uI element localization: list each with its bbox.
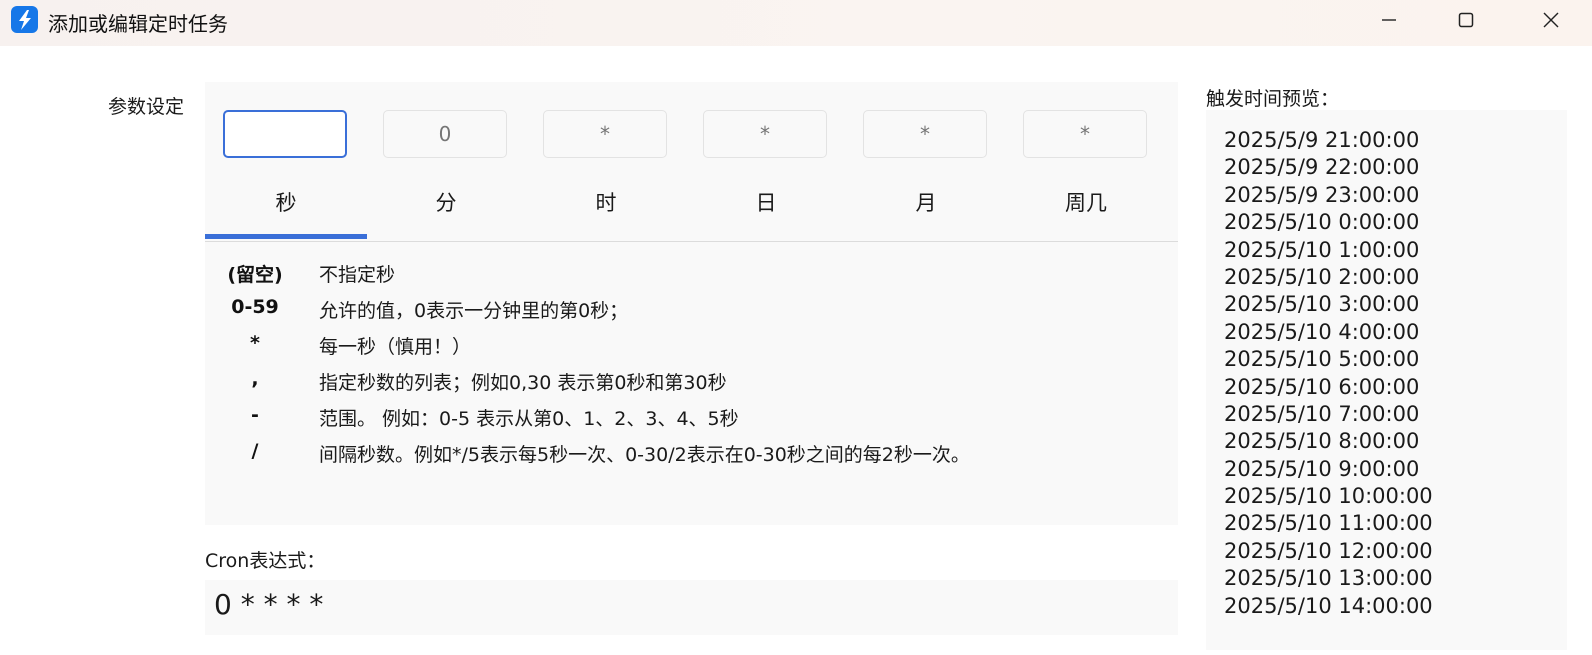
list-item: 2025/5/10 7:00:00: [1224, 401, 1420, 426]
title-bar: 添加或编辑定时任务: [0, 0, 1592, 46]
help-row: / 间隔秒数。例如*/5表示每5秒一次、0-30/2表示在0-30秒之间的每2秒…: [205, 440, 1178, 470]
list-item: 2025/5/10 13:00:00: [1224, 566, 1433, 591]
list-item: 2025/5/10 0:00:00: [1224, 210, 1420, 235]
minute-input[interactable]: [383, 110, 507, 158]
help-desc: 允许的值，0表示一分钟里的第0秒；: [319, 300, 629, 322]
param-section-label: 参数设定: [108, 96, 185, 118]
tab-second[interactable]: 秒: [205, 187, 367, 217]
list-item: 2025/5/9 21:00:00: [1224, 128, 1420, 152]
help-row: - 范围。 例如：0-5 表示从第0、1、2、3、4、5秒: [205, 404, 1178, 434]
month-input[interactable]: [863, 110, 987, 158]
list-item: 2025/5/10 6:00:00: [1224, 374, 1420, 399]
cron-label: Cron表达式：: [205, 550, 326, 572]
hour-input[interactable]: [543, 110, 667, 158]
help-symbol: *: [250, 332, 260, 354]
help-row: 0-59 允许的值，0表示一分钟里的第0秒；: [205, 296, 1178, 326]
list-item: 2025/5/10 2:00:00: [1224, 264, 1420, 289]
list-item: 2025/5/10 10:00:00: [1224, 484, 1433, 509]
maximize-button[interactable]: [1438, 0, 1494, 40]
help-desc: 不指定秒: [319, 264, 396, 286]
active-tab-indicator: [205, 234, 367, 239]
trigger-preview-list[interactable]: 2025/5/9 21:00:00 2025/5/9 22:00:00 2025…: [1206, 110, 1567, 650]
close-button[interactable]: [1523, 0, 1579, 40]
help-symbol: -: [251, 404, 259, 426]
help-desc: 指定秒数的列表；例如0,30 表示第0秒和第30秒: [319, 372, 727, 394]
help-row: , 指定秒数的列表；例如0,30 表示第0秒和第30秒: [205, 368, 1178, 398]
list-item: 2025/5/10 1:00:00: [1224, 237, 1420, 262]
list-item: 2025/5/10 8:00:00: [1224, 429, 1420, 454]
tab-hour[interactable]: 时: [525, 187, 687, 217]
help-desc: 范围。 例如：0-5 表示从第0、1、2、3、4、5秒: [319, 408, 739, 430]
help-symbol: ,: [251, 368, 259, 390]
second-input[interactable]: [223, 110, 347, 158]
close-icon: [1543, 12, 1559, 28]
list-item: 2025/5/10 12:00:00: [1224, 538, 1433, 563]
tab-month[interactable]: 月: [845, 187, 1007, 217]
list-item: 2025/5/9 22:00:00: [1224, 155, 1420, 180]
list-item: 2025/5/9 23:00:00: [1224, 182, 1420, 207]
tab-weekday[interactable]: 周几: [1005, 187, 1167, 217]
maximize-icon: [1458, 12, 1474, 28]
day-input[interactable]: [703, 110, 827, 158]
cron-expression: 0 * * * *: [214, 588, 324, 621]
list-item: 2025/5/10 14:00:00: [1224, 593, 1433, 618]
help-desc: 每一秒（慎用！）: [319, 336, 472, 358]
lightning-icon: [11, 6, 38, 33]
help-symbol: (留空): [227, 264, 283, 286]
list-item: 2025/5/10 9:00:00: [1224, 456, 1420, 481]
weekday-input[interactable]: [1023, 110, 1147, 158]
minimize-icon: [1382, 19, 1396, 21]
tab-minute[interactable]: 分: [365, 187, 527, 217]
help-symbol: /: [251, 440, 259, 462]
help-symbol: 0-59: [231, 296, 279, 318]
tab-day[interactable]: 日: [685, 187, 847, 217]
list-item: 2025/5/10 3:00:00: [1224, 292, 1420, 317]
window-title: 添加或编辑定时任务: [48, 12, 228, 36]
preview-label: 触发时间预览：: [1206, 88, 1340, 110]
tab-divider: [205, 241, 1178, 242]
minimize-button[interactable]: [1361, 0, 1417, 40]
param-panel: 秒 分 时 日 月 周几 (留空) 不指定秒 0-59 允许的值，0表示一分钟里…: [205, 82, 1178, 525]
cron-expression-box[interactable]: 0 * * * *: [205, 580, 1178, 635]
help-row: (留空) 不指定秒: [205, 260, 1178, 290]
list-item: 2025/5/10 4:00:00: [1224, 319, 1420, 344]
help-desc: 间隔秒数。例如*/5表示每5秒一次、0-30/2表示在0-30秒之间的每2秒一次…: [319, 444, 970, 466]
list-item: 2025/5/10 11:00:00: [1224, 511, 1433, 536]
list-item: 2025/5/10 5:00:00: [1224, 347, 1420, 372]
help-row: * 每一秒（慎用！）: [205, 332, 1178, 362]
